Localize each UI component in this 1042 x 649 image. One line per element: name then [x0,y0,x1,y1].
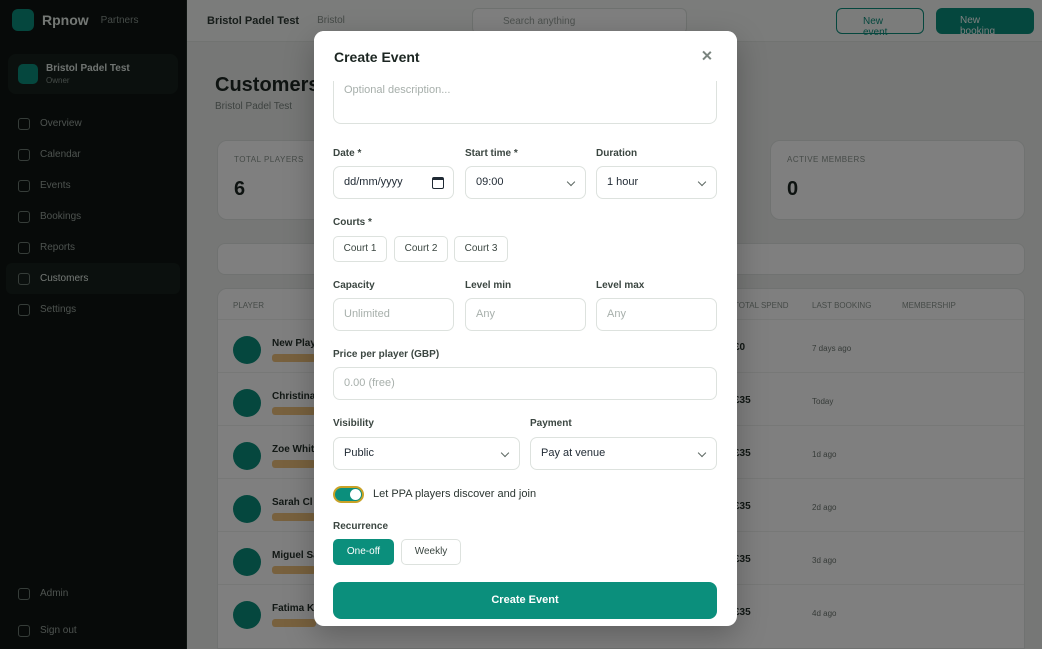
dialog-title: Create Event [334,49,420,65]
close-icon[interactable] [699,48,715,64]
create-event-button[interactable]: Create Event [333,582,717,619]
duration-select[interactable]: 1 hour [596,166,717,199]
courts-label: Courts * [333,217,372,228]
start-time-select[interactable]: 09:00 [465,166,586,199]
payment-label: Payment [530,418,572,429]
payment-select[interactable]: Pay at venue [530,437,717,470]
duration-label: Duration [596,148,638,159]
visibility-label: Visibility [333,418,374,429]
toggle-knob [350,489,361,500]
visibility-select[interactable]: Public [333,437,520,470]
ppa-discover-toggle[interactable] [333,486,364,503]
court-3-chip[interactable]: Court 3 [454,236,508,262]
visibility-value: Public [344,447,374,459]
date-value: dd/mm/yyyy [344,176,403,188]
dialog-header: Create Event [314,31,737,81]
chevron-down-icon [500,448,510,458]
level-max-input[interactable]: Any [596,298,717,331]
court-1-chip[interactable]: Court 1 [333,236,387,262]
court-2-chip[interactable]: Court 2 [394,236,448,262]
level-max-label: Level max [596,280,645,291]
capacity-label: Capacity [333,280,375,291]
create-event-dialog: Create Event Optional description... Dat… [314,31,737,626]
chevron-down-icon [697,177,707,187]
recurrence-weekly-button[interactable]: Weekly [401,539,461,565]
price-input[interactable]: 0.00 (free) [333,367,717,400]
payment-value: Pay at venue [541,447,606,459]
date-label: Date * [333,148,362,159]
recurrence-one-off-button[interactable]: One-off [333,539,394,565]
ppa-discover-label: Let PPA players discover and join [373,488,537,500]
price-label: Price per player (GBP) [333,349,440,360]
start-time-value: 09:00 [476,176,504,188]
chevron-down-icon [697,448,707,458]
chevron-down-icon [566,177,576,187]
level-min-input[interactable]: Any [465,298,586,331]
duration-value: 1 hour [607,176,639,188]
start-time-label: Start time * [465,148,518,159]
date-input[interactable]: dd/mm/yyyy [333,166,454,199]
calendar-icon[interactable] [432,177,444,189]
capacity-input[interactable]: Unlimited [333,298,454,331]
level-min-label: Level min [465,280,512,291]
recurrence-label: Recurrence [333,521,389,532]
